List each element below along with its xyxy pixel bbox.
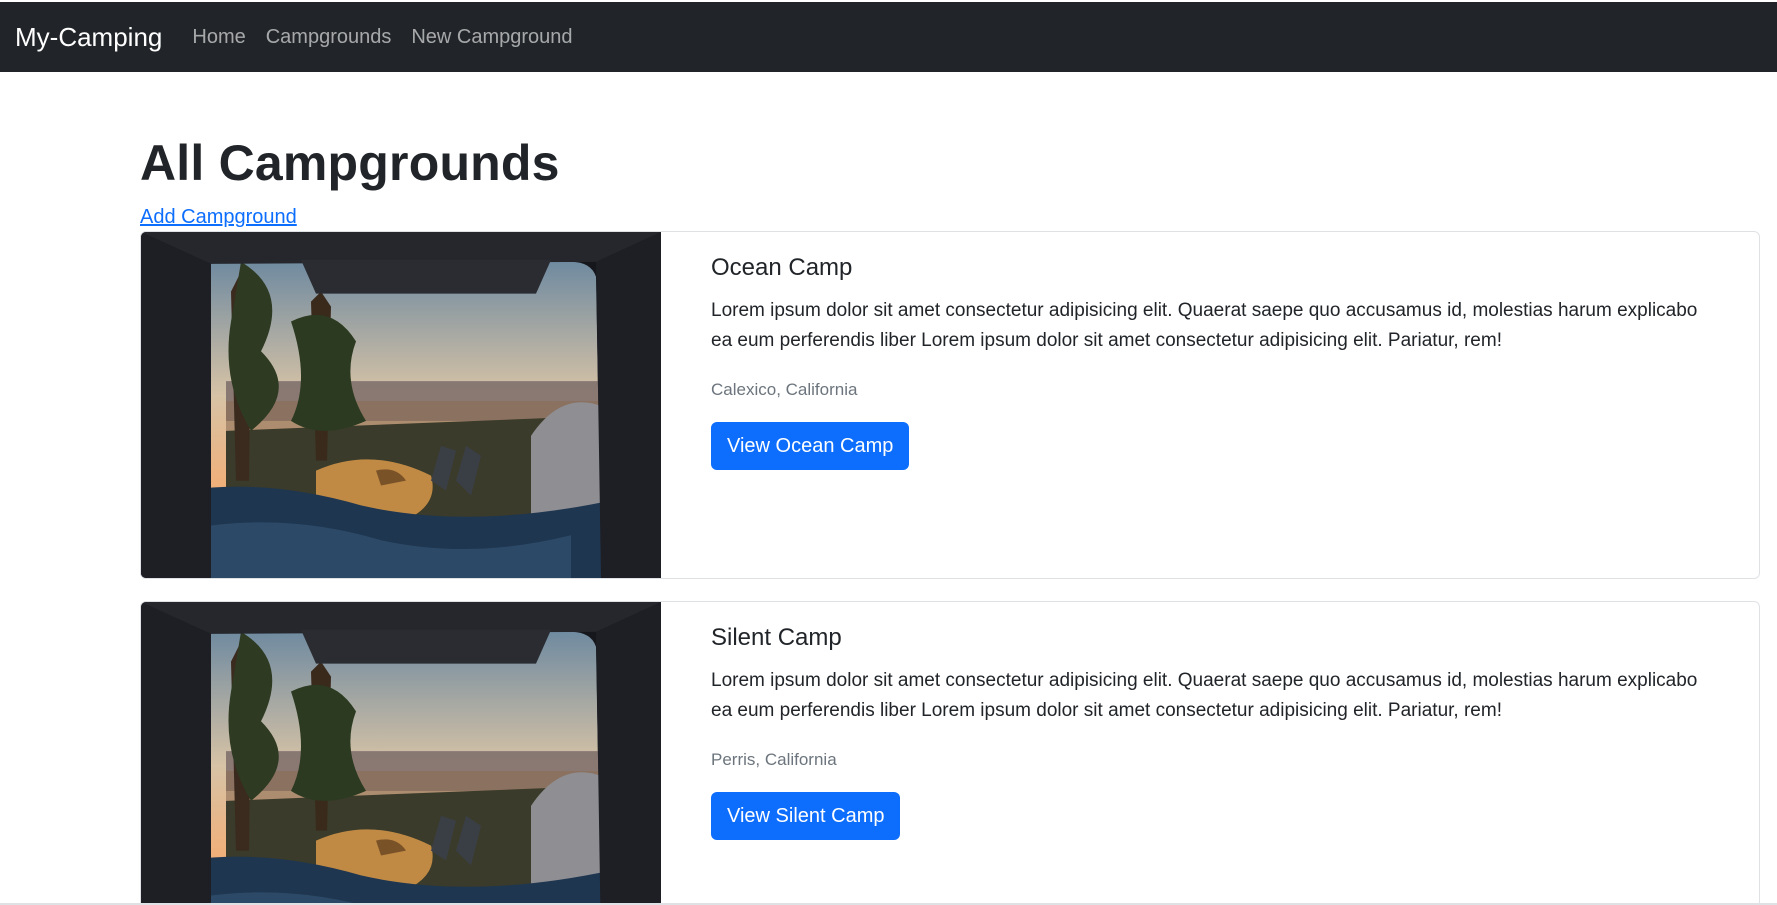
card-description: Lorem ipsum dolor sit amet consectetur a… <box>711 670 1698 721</box>
add-campground-link[interactable]: Add Campground <box>140 206 297 229</box>
card-description: Lorem ipsum dolor sit amet consectetur a… <box>711 300 1698 351</box>
card-title: Ocean Camp <box>711 254 853 281</box>
card-location: Calexico, California <box>711 380 858 399</box>
nav-link-new-campground[interactable]: New Campground <box>411 26 572 49</box>
page-title: All Campgrounds <box>140 135 560 191</box>
card-body: Silent Camp Lorem ipsum dolor sit amet c… <box>661 602 1759 905</box>
campground-image <box>141 232 661 578</box>
campground-image <box>141 602 661 905</box>
brand-link[interactable]: My-Camping <box>15 22 162 53</box>
nav-link-campgrounds[interactable]: Campgrounds <box>266 26 392 49</box>
nav-link-home[interactable]: Home <box>192 26 245 49</box>
campground-card: Silent Camp Lorem ipsum dolor sit amet c… <box>140 601 1760 905</box>
card-body: Ocean Camp Lorem ipsum dolor sit amet co… <box>661 232 1759 578</box>
card-title: Silent Camp <box>711 624 842 651</box>
view-campground-button[interactable]: View Silent Camp <box>711 792 901 840</box>
view-campground-button[interactable]: View Ocean Camp <box>711 422 910 470</box>
navbar: My-Camping Home Campgrounds New Campgrou… <box>0 2 1777 72</box>
campground-card: Ocean Camp Lorem ipsum dolor sit amet co… <box>140 231 1760 579</box>
card-location: Perris, California <box>711 750 837 769</box>
